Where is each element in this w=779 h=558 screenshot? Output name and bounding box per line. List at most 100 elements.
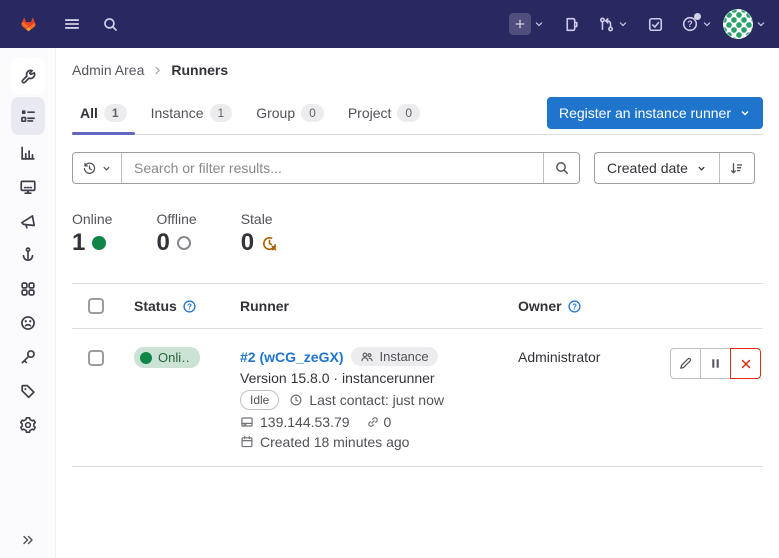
tab-project[interactable]: Project 0 (340, 94, 428, 134)
pause-icon (709, 357, 722, 370)
svg-text:?: ? (187, 302, 192, 311)
tab-label: Project (348, 105, 392, 121)
stat-stale: Stale 0 (241, 211, 278, 257)
owner-help-icon[interactable]: ? (567, 299, 582, 314)
filter-bar: Created date (72, 152, 763, 184)
grid-apps-icon (19, 280, 37, 298)
calendar-icon (240, 435, 254, 449)
edit-runner-button[interactable] (670, 348, 701, 379)
tab-instance[interactable]: Instance 1 (143, 94, 241, 134)
sort-group: Created date (594, 152, 755, 184)
sidebar-item-settings[interactable] (11, 409, 45, 441)
status-badge-label: Onli… (158, 350, 190, 365)
tab-all[interactable]: All 1 (72, 94, 135, 134)
stat-label: Offline (156, 211, 196, 227)
runner-contact-line: Idle Last contact: just now (240, 390, 444, 410)
link-icon (366, 415, 380, 429)
plus-icon (509, 13, 531, 35)
tab-group[interactable]: Group 0 (248, 94, 332, 134)
runner-actions (670, 348, 761, 379)
user-menu-button[interactable] (723, 8, 767, 40)
runner-status-stats: Online 1 Offline 0 Stale 0 (72, 211, 763, 257)
pencil-icon (678, 356, 693, 371)
breadcrumb-runners: Runners (171, 62, 228, 78)
new-menu-button[interactable] (509, 8, 545, 40)
select-runner-checkbox[interactable] (88, 350, 104, 366)
sort-by-dropdown[interactable]: Created date (595, 153, 719, 183)
runner-type-badge: Instance (351, 347, 437, 366)
gitlab-logo[interactable] (12, 8, 44, 40)
labels-tag-icon (19, 382, 37, 400)
stat-value: 1 (72, 229, 85, 257)
search-input[interactable] (122, 153, 543, 183)
sidebar-item-abuse-reports[interactable] (11, 307, 45, 339)
sidebar-item-overview[interactable] (11, 57, 45, 95)
breadcrumb: Admin Area Runners (72, 48, 763, 92)
svg-text:?: ? (572, 302, 577, 311)
runner-owner[interactable]: Administrator (518, 349, 600, 365)
status-header: Status (134, 298, 177, 314)
hamburger-menu-icon[interactable] (56, 8, 88, 40)
delete-runner-button[interactable] (730, 348, 761, 379)
breadcrumb-admin-area[interactable]: Admin Area (72, 62, 144, 78)
runner-version-line: Version 15.8.0 · instancerunner (240, 370, 444, 386)
help-menu-button[interactable]: ? (681, 8, 713, 40)
admin-sidebar (0, 48, 56, 558)
sidebar-item-runners[interactable] (11, 97, 45, 135)
sidebar-item-system-hooks[interactable] (11, 239, 45, 271)
issues-button[interactable] (555, 8, 587, 40)
runners-admin-page: Admin Area Runners All 1 Instance 1 Grou… (56, 48, 779, 558)
online-dot-icon (92, 236, 106, 250)
hook-icon (19, 246, 37, 264)
top-navbar: ? (0, 0, 779, 48)
runner-version: 15.8.0 (291, 370, 330, 386)
sidebar-item-applications[interactable] (11, 273, 45, 305)
owner-header: Owner (518, 298, 562, 314)
runner-row: Onli… #2 (wCG_zeGX) Instance Version 15.… (72, 329, 763, 467)
notification-dot (694, 13, 701, 20)
chevron-down-icon (617, 18, 629, 30)
last-contact-text: Last contact: just now (309, 392, 444, 408)
pause-runner-button[interactable] (700, 348, 731, 379)
people-icon (360, 350, 374, 364)
runner-header: Runner (240, 298, 289, 314)
todos-button[interactable] (639, 8, 671, 40)
runner-state-badge: Idle (240, 390, 279, 410)
search-icon[interactable] (94, 8, 126, 40)
merge-requests-button[interactable] (597, 8, 629, 40)
tab-label: Group (256, 105, 295, 121)
user-avatar (723, 9, 753, 39)
chart-icon (19, 144, 37, 162)
search-submit-button[interactable] (543, 153, 579, 183)
sidebar-item-deploy-keys[interactable] (11, 341, 45, 373)
sidebar-collapse-toggle[interactable] (0, 532, 56, 548)
tab-label: Instance (151, 105, 204, 121)
tab-count-badge: 1 (104, 104, 127, 122)
search-filter-group (72, 152, 580, 184)
runner-created-line: Created 18 minutes ago (240, 434, 444, 450)
megaphone-icon (19, 212, 37, 230)
sort-direction-button[interactable] (719, 153, 754, 183)
runner-created-text: Created 18 minutes ago (260, 434, 409, 450)
breadcrumb-separator-icon (152, 65, 163, 76)
sort-by-label: Created date (607, 160, 688, 176)
table-header-row: Status ? Runner Owner ? (72, 283, 763, 329)
sidebar-item-messages[interactable] (11, 205, 45, 237)
stat-label: Stale (241, 211, 278, 227)
select-all-checkbox[interactable] (88, 298, 104, 314)
search-history-dropdown[interactable] (73, 153, 122, 183)
clock-icon (289, 393, 303, 407)
stat-offline: Offline 0 (156, 211, 196, 257)
runner-name-link[interactable]: #2 (wCG_zeGX) (240, 349, 343, 365)
sidebar-item-labels[interactable] (11, 375, 45, 407)
todo-check-icon (647, 16, 664, 33)
sidebar-item-monitoring[interactable] (11, 171, 45, 203)
register-instance-runner-button[interactable]: Register an instance runner (547, 97, 763, 129)
status-help-icon[interactable]: ? (182, 299, 197, 314)
chevron-down-icon (755, 18, 767, 30)
sidebar-item-analytics[interactable] (11, 137, 45, 169)
chevron-down-icon (101, 163, 112, 174)
stat-label: Online (72, 211, 112, 227)
chevron-down-icon (533, 18, 545, 30)
issues-icon (563, 16, 580, 33)
